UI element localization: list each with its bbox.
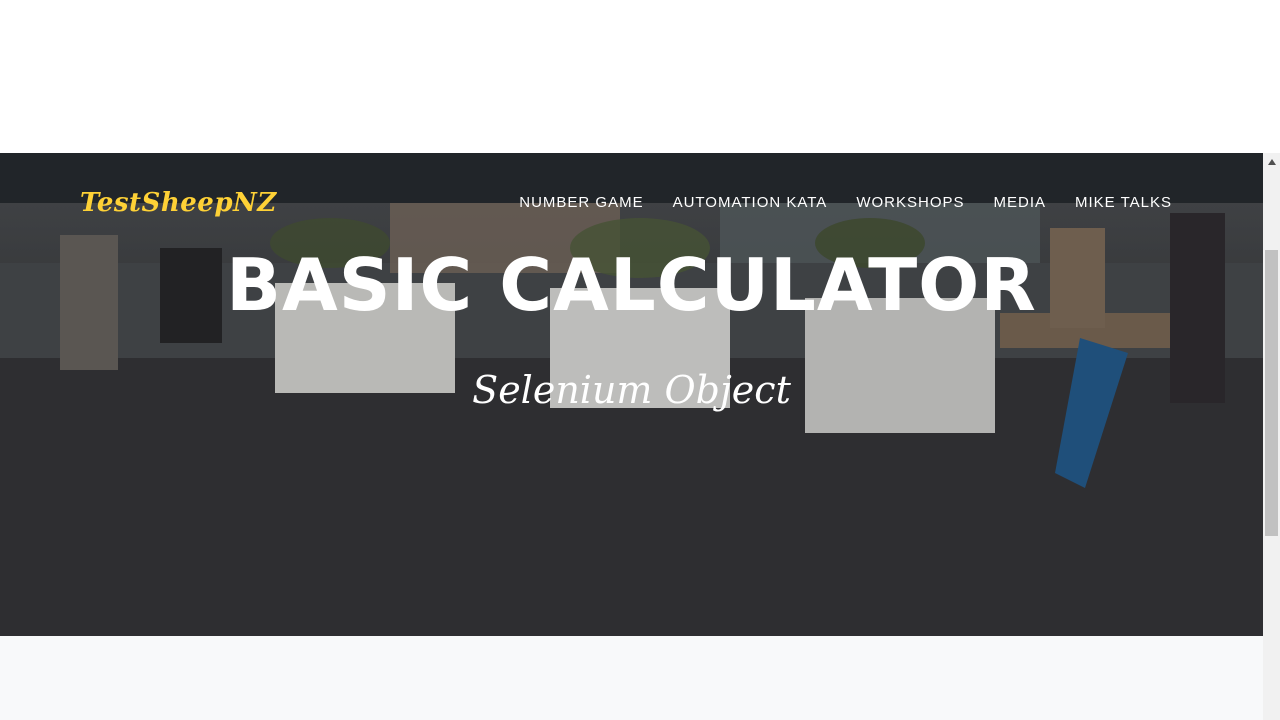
main-navbar: TestSheepNZ NUMBER GAME AUTOMATION KATA …: [0, 153, 1263, 218]
nav-item-automation-kata[interactable]: AUTOMATION KATA: [673, 194, 828, 211]
nav-item-workshops[interactable]: WORKSHOPS: [856, 194, 964, 211]
hero-title: BASIC CALCULATOR: [226, 243, 1037, 327]
nav-item-media[interactable]: MEDIA: [994, 194, 1047, 211]
brand-logo[interactable]: TestSheepNZ: [80, 188, 277, 218]
scroll-up-button[interactable]: [1263, 153, 1280, 170]
nav-menu: NUMBER GAME AUTOMATION KATA WORKSHOPS ME…: [519, 194, 1172, 211]
nav-item-number-game[interactable]: NUMBER GAME: [519, 194, 643, 211]
vertical-scrollbar[interactable]: [1263, 153, 1280, 720]
scrollbar-thumb[interactable]: [1265, 250, 1278, 536]
hero-subtitle: Selenium Object: [472, 368, 791, 412]
top-blank-area: [0, 0, 1280, 153]
nav-item-mike-talks[interactable]: MIKE TALKS: [1075, 194, 1172, 211]
content-section: [0, 636, 1263, 720]
triangle-up-icon: [1267, 158, 1276, 165]
